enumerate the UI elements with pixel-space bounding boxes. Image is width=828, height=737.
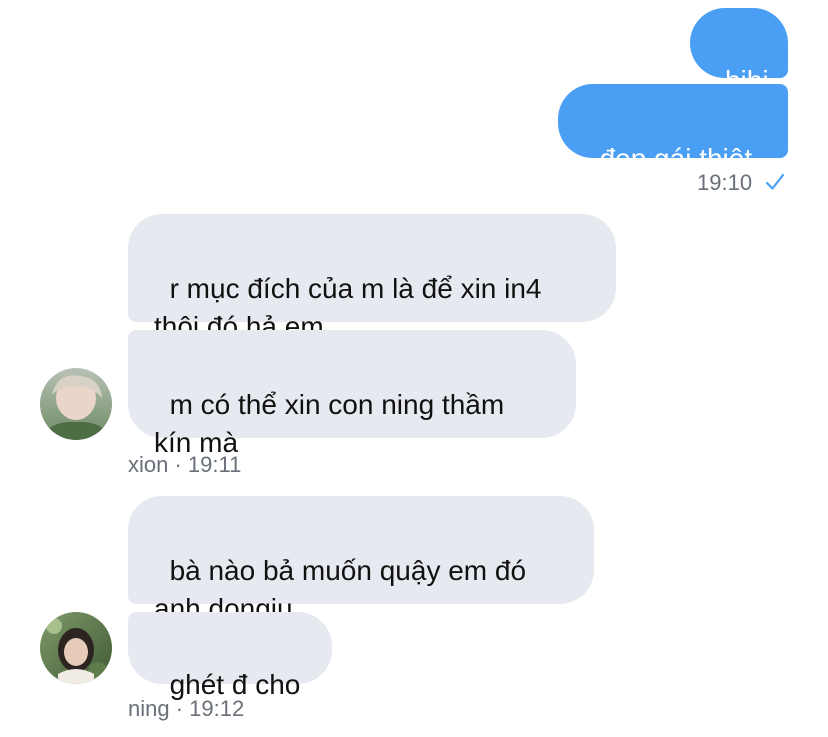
outgoing-timestamp: 19:10: [697, 170, 753, 195]
avatar-xion[interactable]: [40, 368, 112, 440]
avatar-ning-image: [40, 612, 112, 684]
message-text: m có thể xin con ning thầm kín mà: [154, 389, 505, 458]
avatar-xion-image: [40, 368, 112, 440]
check-icon: [765, 173, 785, 190]
outgoing-message-hihi[interactable]: hihi: [690, 8, 788, 96]
avatar-ning[interactable]: [40, 612, 112, 684]
incoming-message-ning-2[interactable]: ghét đ cho: [128, 612, 332, 700]
outgoing-message-dep-gai-thiet[interactable]: đẹp gái thiệt: [558, 84, 788, 174]
incoming-message-xion-2[interactable]: m có thể xin con ning thầm kín mà: [128, 330, 576, 458]
ning-meta: ning · 19:12: [128, 696, 245, 721]
incoming-message-xion-1[interactable]: r mục đích của m là để xin in4 thôi đó h…: [128, 214, 616, 342]
incoming-message-ning-1[interactable]: bà nào bả muốn quậy em đó anh dongju: [128, 496, 594, 624]
xion-meta: xion · 19:11: [128, 452, 242, 477]
